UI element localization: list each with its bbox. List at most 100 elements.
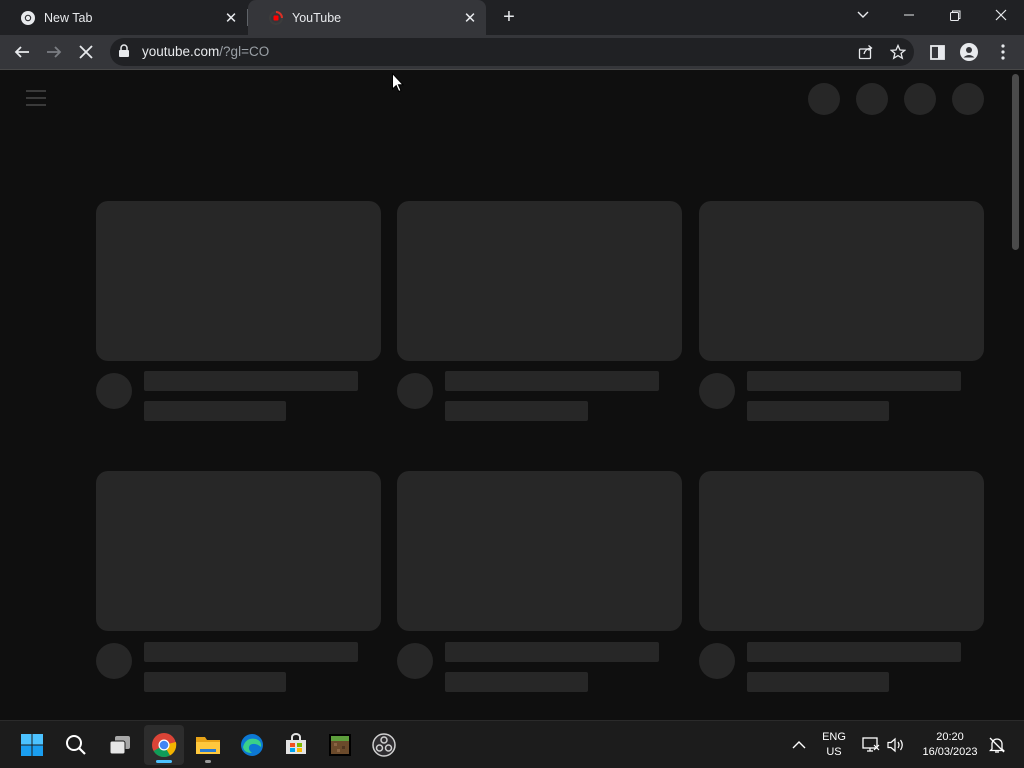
youtube-page	[0, 70, 1024, 720]
address-bar[interactable]: youtube.com/?gl=CO	[110, 38, 914, 66]
meta-skeleton	[445, 672, 588, 692]
clock[interactable]: 20:20 16/03/2023	[916, 730, 984, 760]
taskbar-obs[interactable]	[364, 725, 404, 765]
notification-icon[interactable]	[987, 735, 1007, 755]
header-skeleton-circle	[904, 83, 936, 115]
channel-avatar-skeleton	[96, 373, 132, 409]
hamburger-menu-icon[interactable]	[26, 90, 46, 106]
taskbar-chrome[interactable]	[144, 725, 184, 765]
chrome-icon	[20, 10, 36, 26]
taskbar-edge[interactable]	[232, 725, 272, 765]
video-thumbnail-skeleton	[699, 471, 984, 631]
profile-button[interactable]	[954, 37, 984, 67]
arrow-right-icon	[47, 46, 62, 58]
side-panel-icon	[929, 44, 945, 60]
video-thumbnail-skeleton	[96, 201, 381, 361]
video-thumbnail-skeleton	[96, 471, 381, 631]
side-panel-button[interactable]	[922, 37, 952, 67]
minecraft-icon	[329, 734, 351, 756]
video-thumbnail-skeleton	[397, 201, 682, 361]
title-skeleton	[747, 642, 961, 662]
tab-youtube[interactable]: YouTube ✕	[248, 0, 486, 35]
minimize-button[interactable]	[886, 0, 932, 30]
arrow-left-icon	[14, 46, 29, 58]
taskbar-search-button[interactable]	[56, 725, 96, 765]
url-host: youtube.com	[142, 44, 220, 59]
task-view-button[interactable]	[100, 725, 140, 765]
obs-icon	[372, 733, 396, 757]
taskbar-minecraft[interactable]	[320, 725, 360, 765]
close-window-button[interactable]	[978, 0, 1024, 30]
header-skeleton-circle	[856, 83, 888, 115]
channel-avatar-skeleton	[699, 373, 735, 409]
input-language-indicator[interactable]: ENG US	[815, 730, 853, 760]
header-skeleton-circle	[952, 83, 984, 115]
meta-skeleton	[144, 401, 286, 421]
title-skeleton	[445, 642, 659, 662]
title-skeleton	[144, 371, 358, 391]
task-view-icon	[109, 736, 130, 755]
new-tab-button[interactable]: +	[497, 5, 521, 29]
close-tab-icon[interactable]: ✕	[221, 8, 241, 28]
close-tab-icon[interactable]: ✕	[460, 8, 480, 28]
chevron-up-icon	[792, 741, 806, 749]
close-icon	[995, 9, 1007, 21]
browser-window: New Tab ✕ YouTube ✕ + youtube.com/?gl=CO	[0, 0, 1024, 720]
title-skeleton	[747, 371, 961, 391]
channel-avatar-skeleton	[397, 643, 433, 679]
clock-time: 20:20	[936, 731, 964, 743]
volume-icon[interactable]	[886, 735, 906, 755]
network-icon[interactable]	[861, 735, 881, 755]
mouse-cursor-icon	[392, 73, 404, 93]
chrome-icon	[152, 733, 177, 758]
channel-avatar-skeleton	[397, 373, 433, 409]
windows-start-icon	[21, 734, 43, 756]
taskbar-file-explorer[interactable]	[188, 725, 228, 765]
chevron-down-icon	[857, 11, 869, 18]
back-button[interactable]	[7, 37, 37, 67]
profile-icon	[960, 43, 978, 61]
tab-strip: New Tab ✕ YouTube ✕ +	[0, 0, 1024, 35]
taskbar-microsoft-store[interactable]	[276, 725, 316, 765]
page-scrollbar[interactable]	[1012, 74, 1019, 250]
channel-avatar-skeleton	[699, 643, 735, 679]
forward-button[interactable]	[39, 37, 69, 67]
title-skeleton	[445, 371, 659, 391]
lock-icon	[118, 44, 130, 63]
channel-avatar-skeleton	[96, 643, 132, 679]
tab-title: YouTube	[292, 10, 342, 25]
close-icon	[79, 45, 93, 59]
bookmark-star-icon[interactable]	[888, 42, 908, 62]
minimize-icon	[904, 14, 914, 16]
meta-skeleton	[144, 672, 286, 692]
meta-skeleton	[747, 672, 889, 692]
file-explorer-icon	[196, 737, 220, 754]
tab-search-button[interactable]	[840, 0, 886, 30]
meta-skeleton	[445, 401, 588, 421]
stop-loading-button[interactable]	[71, 37, 101, 67]
browser-toolbar: youtube.com/?gl=CO	[0, 35, 1024, 69]
microsoft-store-icon	[286, 733, 306, 754]
language-code: ENG	[822, 731, 846, 743]
header-skeleton-circle	[808, 83, 840, 115]
start-button[interactable]	[12, 725, 52, 765]
restore-button[interactable]	[932, 0, 978, 30]
url-text: youtube.com/?gl=CO	[142, 44, 269, 59]
share-icon[interactable]	[856, 42, 876, 62]
tab-new-tab[interactable]: New Tab ✕	[0, 0, 247, 35]
tab-title: New Tab	[44, 10, 93, 25]
windows-taskbar: ENG US 20:20 16/03/2023	[0, 720, 1024, 768]
restore-icon	[949, 10, 960, 21]
edge-icon	[241, 734, 263, 756]
video-thumbnail-skeleton	[699, 201, 984, 361]
meta-skeleton	[747, 401, 889, 421]
youtube-loading-icon	[268, 10, 284, 26]
url-path: /?gl=CO	[219, 44, 270, 59]
region-code: US	[826, 746, 842, 758]
menu-button[interactable]	[988, 37, 1018, 67]
search-icon	[66, 735, 86, 755]
kebab-menu-icon	[1001, 44, 1005, 60]
show-hidden-icons-button[interactable]	[789, 735, 809, 755]
video-thumbnail-skeleton	[397, 471, 682, 631]
active-app-indicator	[156, 760, 172, 763]
